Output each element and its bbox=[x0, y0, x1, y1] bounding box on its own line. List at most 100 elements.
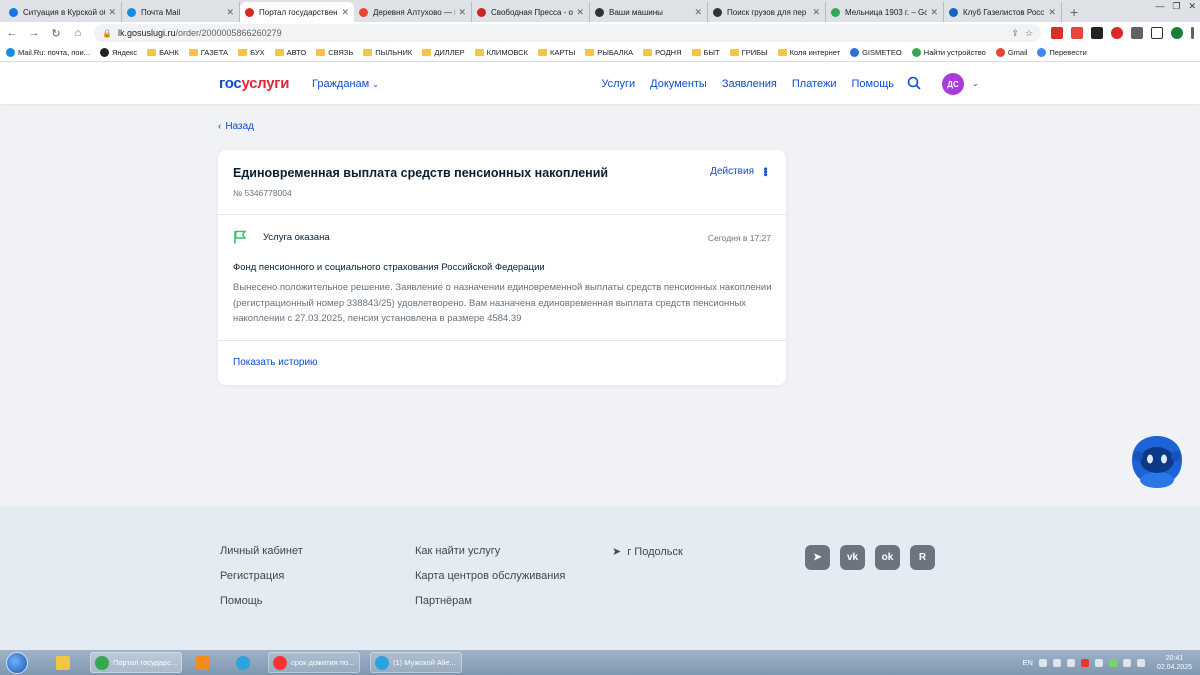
restore-icon[interactable]: ❐ bbox=[1172, 1, 1180, 12]
profile-avatar[interactable] bbox=[1171, 27, 1183, 39]
file-explorer-icon[interactable] bbox=[48, 652, 78, 673]
tab-close-icon[interactable]: ✕ bbox=[108, 7, 116, 18]
bookmark-item[interactable]: Gmail bbox=[995, 48, 1027, 57]
browser-tab[interactable]: Ситуация в Курской об ✕ bbox=[4, 2, 122, 22]
browser-tab[interactable]: Свободная Пресса - о ✕ bbox=[472, 2, 590, 22]
avatar-chevron-down-icon[interactable]: ⌄ bbox=[972, 79, 979, 88]
sidepanel-icon[interactable] bbox=[1151, 27, 1163, 39]
tray-icon[interactable] bbox=[1080, 658, 1089, 667]
user-avatar[interactable]: ДС bbox=[942, 73, 964, 95]
nav-item[interactable]: Помощь bbox=[852, 78, 895, 90]
reload-icon[interactable]: ↻ bbox=[50, 27, 62, 40]
taskbar-window[interactable]: Портал государс... bbox=[90, 652, 182, 673]
nav-item[interactable]: Заявления bbox=[722, 78, 777, 90]
actions-button[interactable]: Действия ••• bbox=[710, 166, 771, 177]
nav-item[interactable]: Платежи bbox=[792, 78, 837, 90]
tab-close-icon[interactable]: ✕ bbox=[930, 7, 938, 18]
tray-icon[interactable] bbox=[1094, 658, 1103, 667]
browser-tab[interactable]: Поиск грузов для пер ✕ bbox=[708, 2, 826, 22]
extension-icon[interactable] bbox=[1071, 27, 1083, 39]
puzzle-icon[interactable] bbox=[1131, 27, 1143, 39]
tab-close-icon[interactable]: ✕ bbox=[226, 7, 234, 18]
bookmark-item[interactable]: ДИЛЛЕР bbox=[422, 48, 465, 57]
back-link[interactable]: ‹ Назад bbox=[218, 121, 254, 132]
bookmark-item[interactable]: Найти устройство bbox=[911, 48, 986, 57]
tray-icon[interactable] bbox=[1108, 658, 1117, 667]
robot-assistant-icon[interactable] bbox=[1130, 434, 1184, 490]
bookmark-item[interactable]: КЛИМОВСК bbox=[474, 48, 528, 57]
nav-item[interactable]: Документы bbox=[650, 78, 707, 90]
tab-close-icon[interactable]: ✕ bbox=[694, 7, 702, 18]
bookmark-item[interactable]: СВЯЗЬ bbox=[316, 48, 353, 57]
back-arrow-icon[interactable]: ← bbox=[6, 27, 18, 39]
browser-tab[interactable]: Клуб Газелистов Росс ✕ bbox=[944, 2, 1062, 22]
share-icon[interactable]: ⇪ bbox=[1011, 28, 1019, 39]
tab-close-icon[interactable]: ✕ bbox=[341, 7, 349, 18]
pdf-extension-icon[interactable] bbox=[1051, 27, 1063, 39]
citizens-dropdown[interactable]: Гражданам ⌄ bbox=[312, 78, 379, 90]
tray-icon[interactable] bbox=[1052, 658, 1061, 667]
ok-icon[interactable]: ok bbox=[875, 545, 900, 570]
volume-icon[interactable] bbox=[1136, 658, 1145, 667]
language-indicator[interactable]: EN bbox=[1023, 658, 1033, 667]
footer-link[interactable]: Регистрация bbox=[220, 570, 303, 582]
bookmark-item[interactable]: Яндекс bbox=[99, 48, 137, 57]
bookmark-item[interactable]: ГАЗЕТА bbox=[188, 48, 228, 57]
media-player-icon[interactable] bbox=[188, 652, 218, 673]
footer-link[interactable]: Личный кабинет bbox=[220, 545, 303, 557]
tab-close-icon[interactable]: ✕ bbox=[812, 7, 820, 18]
new-tab-button[interactable]: + bbox=[1062, 2, 1086, 22]
opera-extension-icon[interactable] bbox=[1111, 27, 1123, 39]
tray-icon[interactable] bbox=[1038, 658, 1047, 667]
menu-kebab-icon[interactable] bbox=[1191, 27, 1194, 39]
forward-arrow-icon[interactable]: → bbox=[28, 27, 40, 39]
footer-link[interactable]: Партнёрам bbox=[415, 595, 565, 607]
bookmark-item[interactable]: GISMETEO bbox=[850, 48, 902, 57]
telegram-icon[interactable]: ➤ bbox=[805, 545, 830, 570]
clock[interactable]: 20:41 02.04.2025 bbox=[1157, 654, 1192, 672]
browser-tab[interactable]: Ваши машины ✕ bbox=[590, 2, 708, 22]
footer-column-2: Как найти услугу Карта центров обслуживан… bbox=[415, 545, 565, 607]
bookmark-item[interactable]: Перевести bbox=[1037, 48, 1087, 57]
taskbar-window[interactable]: (1) Мужской Alie... bbox=[370, 652, 462, 673]
url-field[interactable]: 🔒 lk.gosuslugi.ru/order/2000005866260279… bbox=[94, 24, 1041, 42]
minimize-icon[interactable]: — bbox=[1155, 1, 1164, 11]
bookmark-item[interactable]: Mail.Ru: почта, пои... bbox=[6, 48, 90, 57]
tray-icon[interactable] bbox=[1066, 658, 1075, 667]
bookmark-item[interactable]: ПЫЛЬНИК bbox=[363, 48, 412, 57]
show-history-link[interactable]: Показать историю bbox=[233, 357, 318, 368]
start-button[interactable] bbox=[6, 651, 28, 674]
search-icon[interactable] bbox=[907, 76, 921, 90]
bookmark-item[interactable]: БЫТ bbox=[691, 48, 720, 57]
bookmark-star-icon[interactable]: ☆ bbox=[1025, 28, 1033, 39]
tab-close-icon[interactable]: ✕ bbox=[1048, 7, 1056, 18]
tab-close-icon[interactable]: ✕ bbox=[576, 7, 584, 18]
bookmark-item[interactable]: РОДНЯ bbox=[643, 48, 682, 57]
bookmark-item[interactable]: Коля интернет bbox=[777, 48, 840, 57]
home-icon[interactable]: ⌂ bbox=[72, 27, 84, 39]
bookmark-item[interactable]: АВТО bbox=[274, 48, 306, 57]
taskbar-window[interactable]: срок дожития по... bbox=[268, 652, 360, 673]
city-selector[interactable]: ➤ г Подольск bbox=[612, 545, 683, 559]
rutube-icon[interactable]: R bbox=[910, 545, 935, 570]
browser-tab[interactable]: Деревня Алтухово — К ✕ bbox=[354, 2, 472, 22]
k-extension-icon[interactable] bbox=[1091, 27, 1103, 39]
bookmark-item[interactable]: РЫБАЛКА bbox=[585, 48, 633, 57]
telegram-taskbar-icon[interactable] bbox=[228, 652, 258, 673]
browser-tab[interactable]: Портал государственн ✕ bbox=[240, 2, 354, 22]
nav-item[interactable]: Услуги bbox=[601, 78, 635, 90]
bookmark-item[interactable]: КАРТЫ bbox=[537, 48, 575, 57]
browser-tab[interactable]: Мельница 1903 г. – Go ✕ bbox=[826, 2, 944, 22]
vk-icon[interactable]: vk bbox=[840, 545, 865, 570]
browser-tab[interactable]: Почта Mail ✕ bbox=[122, 2, 240, 22]
footer-link[interactable]: Помощь bbox=[220, 595, 303, 607]
gosuslugi-logo[interactable]: госуслуги bbox=[219, 75, 289, 92]
bookmark-item[interactable]: БУХ bbox=[238, 48, 265, 57]
close-window-icon[interactable]: ✕ bbox=[1188, 1, 1196, 12]
footer-link[interactable]: Карта центров обслуживания bbox=[415, 570, 565, 582]
bookmark-item[interactable]: ГРИБЫ bbox=[729, 48, 768, 57]
footer-link[interactable]: Как найти услугу bbox=[415, 545, 565, 557]
tab-close-icon[interactable]: ✕ bbox=[458, 7, 466, 18]
network-icon[interactable] bbox=[1122, 658, 1131, 667]
bookmark-item[interactable]: БАНК bbox=[147, 48, 179, 57]
